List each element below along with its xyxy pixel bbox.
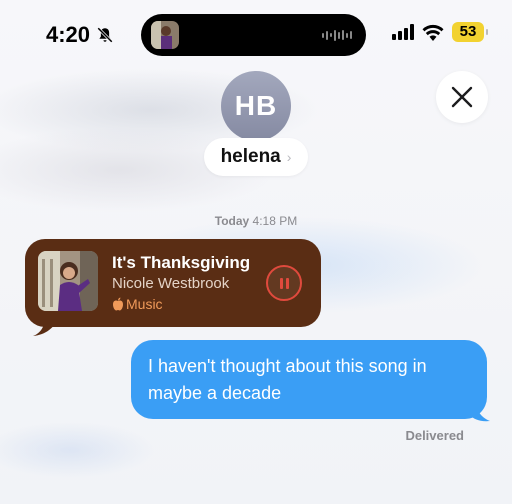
status-time: 4:20 — [46, 22, 114, 48]
timestamp-time: 4:18 PM — [252, 214, 298, 228]
contact-name: helena — [220, 146, 281, 167]
apple-icon — [113, 297, 123, 311]
music-message-bubble[interactable]: It's Thanksgiving Nicole Westbrook Music — [25, 239, 321, 327]
dynamic-island[interactable] — [141, 14, 366, 56]
cellular-signal-icon — [392, 24, 414, 40]
message-timestamp: Today 4:18 PM — [0, 214, 512, 228]
contact-avatar[interactable]: HB — [221, 71, 291, 141]
song-artist: Nicole Westbrook — [112, 275, 230, 292]
music-service-label: Music — [126, 296, 163, 312]
avatar-initials: HB — [234, 90, 278, 121]
close-button[interactable] — [436, 71, 488, 123]
pause-icon — [279, 277, 283, 289]
timestamp-day: Today — [214, 214, 250, 228]
bell-slash-icon — [97, 27, 113, 43]
battery-level: 53 — [459, 23, 477, 40]
delivery-status: Delivered — [405, 428, 464, 443]
album-artwork — [38, 251, 98, 311]
outgoing-message-bubble[interactable]: I haven't thought about this song in may… — [131, 340, 487, 419]
pause-icon-bar — [285, 277, 289, 289]
close-icon — [451, 86, 473, 108]
contact-name-button[interactable]: helena › — [204, 138, 308, 176]
wifi-icon — [422, 24, 444, 41]
song-title: It's Thanksgiving — [112, 253, 251, 272]
pause-button[interactable] — [266, 265, 302, 301]
time-label: 4:20 — [46, 22, 91, 47]
outgoing-message-text: I haven't thought about this song in may… — [148, 356, 427, 403]
now-playing-artwork — [151, 21, 179, 49]
status-indicators: 53 — [392, 22, 488, 42]
battery-indicator: 53 — [452, 22, 488, 42]
chevron-right-icon: › — [286, 149, 292, 165]
music-service: Music — [112, 296, 163, 312]
audio-waveform-icon — [322, 29, 352, 41]
